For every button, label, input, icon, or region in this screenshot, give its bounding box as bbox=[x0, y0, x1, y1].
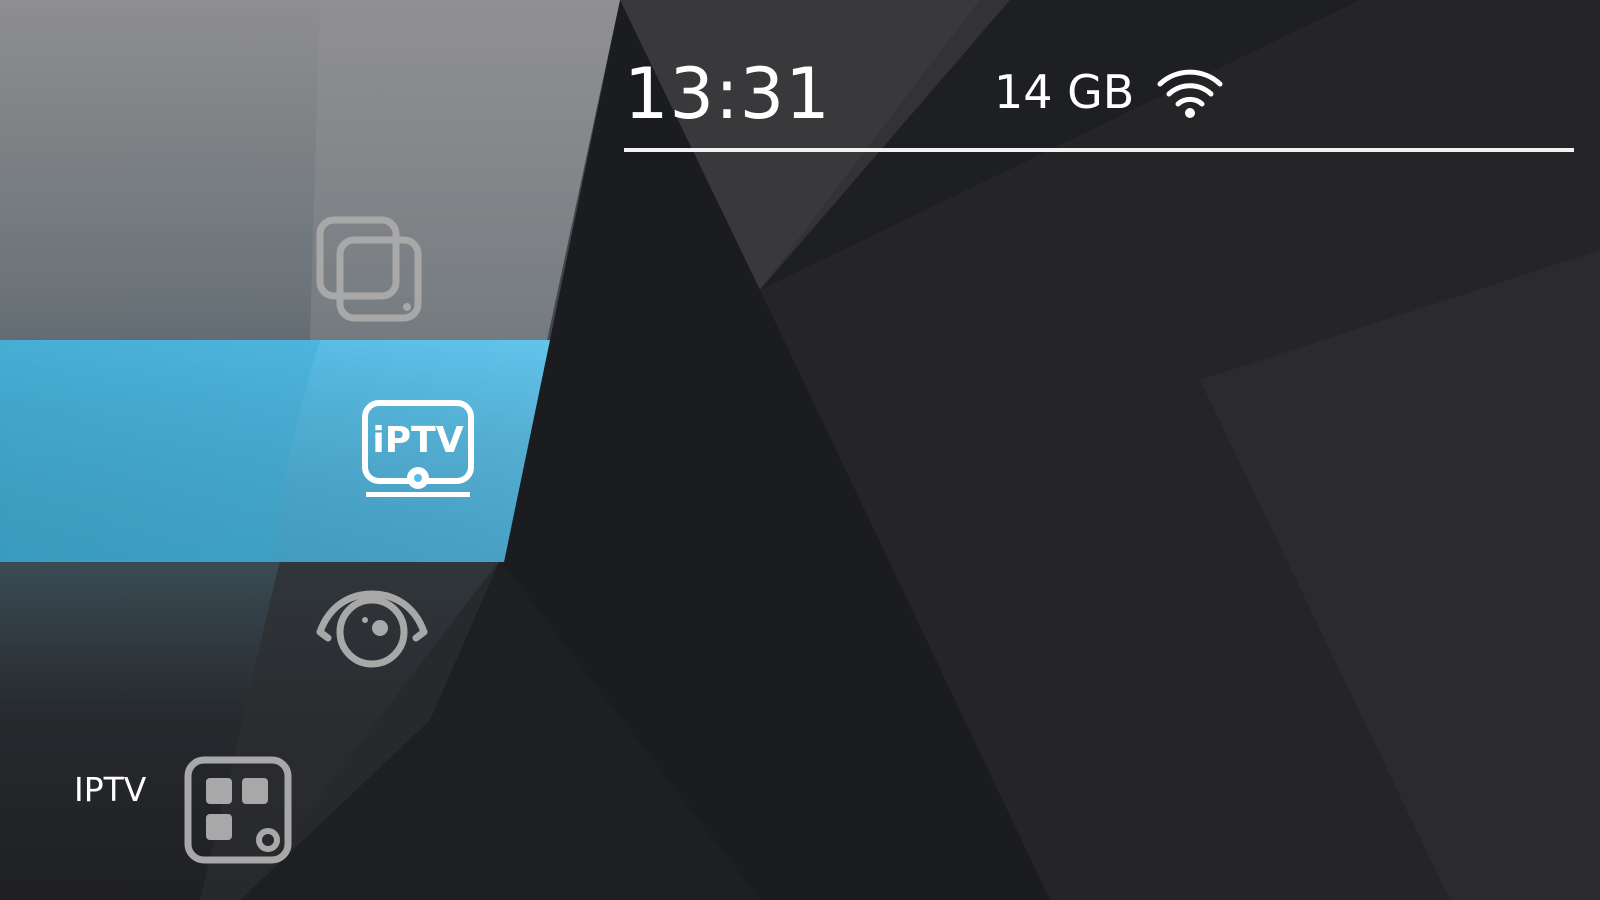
menu-item-label: IPTV bbox=[74, 770, 147, 809]
menu-item-camera[interactable] bbox=[316, 590, 428, 670]
eye-camera-icon bbox=[316, 590, 428, 668]
clock-time: 13:31 bbox=[624, 53, 831, 135]
iptv-tv-icon: iPTV bbox=[362, 400, 474, 497]
stacked-screens-icon bbox=[316, 216, 422, 322]
menu-item-gallery[interactable] bbox=[316, 216, 424, 324]
iptv-icon-text: iPTV bbox=[372, 420, 463, 461]
wifi-icon bbox=[1157, 69, 1223, 118]
apps-grid-icon bbox=[184, 756, 292, 864]
status-divider bbox=[624, 148, 1574, 152]
storage-indicator: 14 GB bbox=[994, 65, 1135, 119]
menu-item-apps[interactable] bbox=[184, 756, 292, 864]
menu-item-iptv[interactable]: IPTV iPTV bbox=[0, 340, 540, 809]
launcher-screen: 13:31 14 GB IPTV iPTV bbox=[0, 0, 1600, 900]
